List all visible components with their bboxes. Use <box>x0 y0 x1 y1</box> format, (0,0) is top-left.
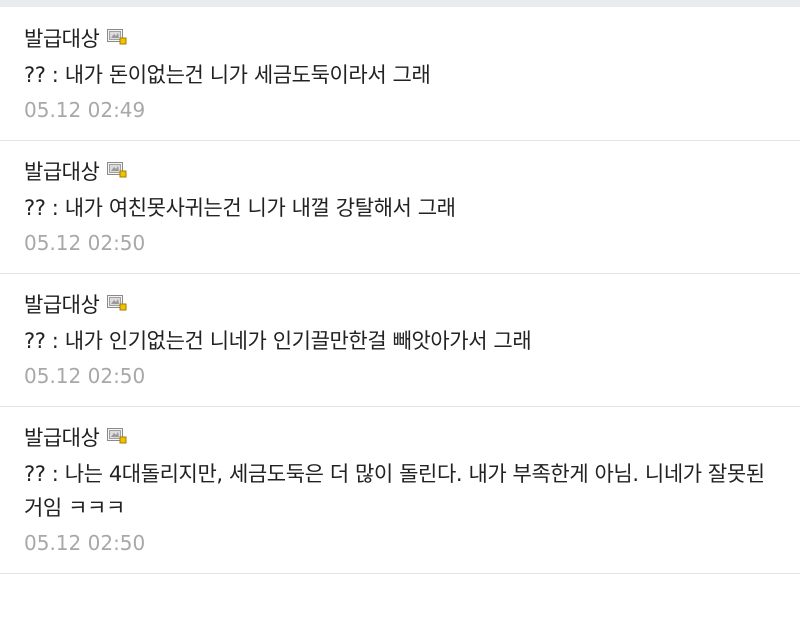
comment-author[interactable]: 발급대상 <box>24 156 100 186</box>
top-divider-strip <box>0 0 800 7</box>
comment-item: 발급대상 ?? : 내가 돈이없는건 니가 세금도둑이라서 그래 05.12 0… <box>0 7 800 141</box>
comment-author-row: 발급대상 <box>24 157 800 185</box>
comment-timestamp: 05.12 02:50 <box>24 231 146 255</box>
member-badge-icon <box>107 295 127 311</box>
comment-item: 발급대상 ?? : 나는 4대돌리지만, 세금도둑은 더 많이 돌린다. 내가 … <box>0 407 800 574</box>
comment-author-row: 발급대상 <box>24 24 800 52</box>
comment-text: ?? : 내가 돈이없는건 니가 세금도둑이라서 그래 <box>24 63 431 87</box>
comment-item: 발급대상 ?? : 내가 여친못사귀는건 니가 내껄 강탈해서 그래 05.12… <box>0 141 800 274</box>
comment-text: ?? : 내가 여친못사귀는건 니가 내껄 강탈해서 그래 <box>24 196 456 220</box>
comment-author-row: 발급대상 <box>24 290 800 318</box>
member-badge-icon <box>107 428 127 444</box>
comment-text: ?? : 나는 4대돌리지만, 세금도둑은 더 많이 돌린다. 내가 부족한게 … <box>24 462 765 520</box>
comment-timestamp: 05.12 02:50 <box>24 531 146 555</box>
comment-author[interactable]: 발급대상 <box>24 422 100 452</box>
member-badge-icon <box>107 162 127 178</box>
comment-author-row: 발급대상 <box>24 423 800 451</box>
comment-timestamp: 05.12 02:50 <box>24 364 146 388</box>
comment-timestamp: 05.12 02:49 <box>24 98 146 122</box>
comment-list: 발급대상 ?? : 내가 돈이없는건 니가 세금도둑이라서 그래 05.12 0… <box>0 7 800 574</box>
comment-text: ?? : 내가 인기없는건 니네가 인기끌만한걸 빼앗아가서 그래 <box>24 329 532 353</box>
comment-item: 발급대상 ?? : 내가 인기없는건 니네가 인기끌만한걸 빼앗아가서 그래 0… <box>0 274 800 407</box>
member-badge-icon <box>107 29 127 45</box>
comment-author[interactable]: 발급대상 <box>24 289 100 319</box>
comment-author[interactable]: 발급대상 <box>24 23 100 53</box>
